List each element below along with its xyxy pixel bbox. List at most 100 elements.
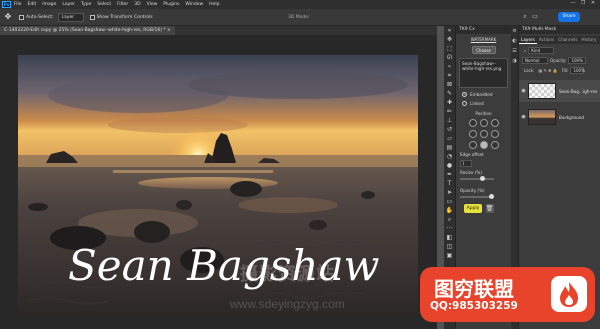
opacity-slider[interactable] xyxy=(460,194,494,199)
position-middle-right[interactable] xyxy=(490,130,499,138)
position-top-left[interactable] xyxy=(468,119,477,127)
menu-help[interactable]: Help xyxy=(209,2,219,7)
menu-select[interactable]: Select xyxy=(97,2,111,7)
blur-tool-icon[interactable]: ◔ xyxy=(444,152,455,161)
embedded-radio[interactable]: Embedded xyxy=(462,92,511,97)
trash-icon[interactable]: 🗑 xyxy=(485,204,494,213)
auto-select-checkbox[interactable] xyxy=(19,14,24,20)
promo-overlay-title: 图穷联盟 xyxy=(434,277,514,301)
menu-plugins[interactable]: Plugins xyxy=(163,2,179,7)
dodge-tool-icon[interactable]: ● xyxy=(444,161,455,170)
kind-filter-dropdown[interactable]: Kind xyxy=(528,47,555,54)
screen-mode-icon[interactable]: ▣ xyxy=(444,251,455,260)
lock-icons[interactable]: ▦ ✎ ✥ 🔒 xyxy=(538,68,557,73)
pen-tool-icon[interactable]: ✒ xyxy=(444,170,455,179)
shape-tool-icon[interactable]: ▭ xyxy=(444,197,455,206)
crop-tool-icon[interactable]: ⌗ xyxy=(444,71,455,80)
apply-button[interactable]: Apply xyxy=(464,204,482,213)
canvas-area[interactable]: Sean Bagshaw 摄影资源站 www.sdeyingzyg.com 图穷… xyxy=(0,35,595,329)
menu-layer[interactable]: Layer xyxy=(62,2,75,7)
position-middle-left[interactable] xyxy=(468,130,477,138)
position-top-right[interactable] xyxy=(490,119,499,127)
position-bottom-left[interactable] xyxy=(468,141,477,149)
visibility-eye-icon[interactable]: ◉ xyxy=(519,114,528,120)
tab-actions[interactable]: Actions xyxy=(537,36,556,44)
eraser-tool-icon[interactable]: ▱ xyxy=(444,134,455,143)
eyedropper-tool-icon[interactable]: ✎ xyxy=(444,89,455,98)
more-tools-icon[interactable]: ··· xyxy=(444,224,455,233)
opacity-input[interactable]: 100% xyxy=(568,57,587,64)
minimize-button[interactable]: — xyxy=(568,0,578,6)
menu-edit[interactable]: Edit xyxy=(28,2,37,7)
filter-search-icon: ⌕ xyxy=(524,48,527,53)
hand-tool-icon[interactable]: ✋ xyxy=(444,206,455,215)
color-panel-icon[interactable]: ◐ xyxy=(511,36,518,46)
transform-controls-checkbox[interactable] xyxy=(89,14,95,20)
auto-select-label: Auto-Select: xyxy=(26,14,54,20)
layer-thumbnail xyxy=(528,109,556,125)
move-tool-icon[interactable]: ✥ xyxy=(444,35,455,44)
lock-label: Lock: xyxy=(524,68,535,73)
document-tab[interactable]: C-1403220-Edit copy @ 25% (Sean-Bagshaw-… xyxy=(0,26,175,35)
position-bottom-right[interactable] xyxy=(490,141,499,149)
flame-logo-icon xyxy=(551,276,587,312)
type-tool-icon[interactable]: T xyxy=(444,179,455,188)
brush-tool-icon[interactable]: ✏ xyxy=(444,107,455,116)
resize-slider[interactable] xyxy=(460,176,494,181)
menu-image[interactable]: Image xyxy=(42,2,56,7)
opacity-slider-handle[interactable] xyxy=(489,194,494,199)
resize-label: Resize (%) xyxy=(460,170,482,175)
menu-3d[interactable]: 3D xyxy=(134,2,140,7)
promo-overlay-qq: QQ:985303259 xyxy=(430,300,518,312)
menu-type[interactable]: Type xyxy=(81,2,91,7)
blend-mode-dropdown[interactable]: Normal xyxy=(522,57,548,64)
choose-button[interactable]: Choose xyxy=(471,46,496,54)
properties-panel-icon[interactable]: ☰ xyxy=(511,46,518,56)
zoom-tool-icon[interactable]: ⌕ xyxy=(444,215,455,224)
marquee-tool-icon[interactable]: ⬚ xyxy=(444,44,455,53)
maximize-button[interactable]: ❐ xyxy=(578,0,588,6)
signature-watermark: Sean Bagshaw xyxy=(68,241,380,290)
stamp-tool-icon[interactable]: ⊥ xyxy=(444,116,455,125)
healing-tool-icon[interactable]: ✚ xyxy=(444,98,455,107)
lasso-tool-icon[interactable]: ᘏ xyxy=(444,53,455,62)
photoshop-logo: Ps xyxy=(2,1,11,8)
move-tool-icon[interactable]: ✥ xyxy=(3,12,13,22)
share-button[interactable]: Share xyxy=(558,12,580,22)
transform-controls-label: Show Transform Controls xyxy=(96,14,153,20)
auto-select-dropdown[interactable]: Layer xyxy=(57,12,84,22)
quick-mask-icon[interactable]: ◫ xyxy=(444,242,455,251)
menu-window[interactable]: Window xyxy=(185,2,203,7)
options-bar: ✥ Auto-Select: Layer Show Transform Cont… xyxy=(0,9,600,26)
history-brush-icon[interactable]: ↺ xyxy=(444,125,455,134)
edge-offset-input[interactable]: 1 xyxy=(460,160,472,167)
visibility-eye-icon[interactable]: ◉ xyxy=(519,88,528,94)
collapse-icon[interactable]: » xyxy=(444,26,455,35)
tk9-panel-title: TK9 Cx xyxy=(456,26,511,34)
tab-history[interactable]: History xyxy=(580,36,599,44)
tab-channels[interactable]: Channels xyxy=(556,36,579,44)
layers-tabs: Layers Actions Channels History xyxy=(519,36,600,44)
layer-row[interactable]: ◉ Background xyxy=(519,106,600,128)
frame-tool-icon[interactable]: ⊠ xyxy=(444,80,455,89)
workspace-icon[interactable]: ▭ xyxy=(530,12,540,22)
position-top-center[interactable] xyxy=(479,119,488,127)
path-select-tool-icon[interactable]: ➤ xyxy=(444,188,455,197)
layer-row[interactable]: ◉ Sean-Bag...igh-res xyxy=(519,80,600,102)
close-button[interactable]: ✕ xyxy=(588,0,598,6)
fill-input[interactable]: 100% xyxy=(570,67,585,74)
adjustments-panel-icon[interactable]: ◑ xyxy=(511,56,518,66)
history-panel-icon[interactable]: ≡ xyxy=(511,26,518,36)
position-bottom-center[interactable] xyxy=(479,141,488,149)
linked-radio[interactable]: Linked xyxy=(462,101,511,106)
menu-filter[interactable]: Filter xyxy=(117,2,128,7)
quick-select-tool-icon[interactable]: ⌁ xyxy=(444,62,455,71)
foreground-color-icon[interactable]: ◧ xyxy=(444,233,455,242)
tab-layers[interactable]: Layers xyxy=(519,36,537,44)
search-icon[interactable]: ⌕ xyxy=(520,12,530,22)
gradient-tool-icon[interactable]: ▤ xyxy=(444,143,455,152)
menu-file[interactable]: File xyxy=(14,2,22,7)
position-center[interactable] xyxy=(479,130,488,138)
resize-slider-handle[interactable] xyxy=(480,176,485,181)
menu-view[interactable]: View xyxy=(147,2,158,7)
